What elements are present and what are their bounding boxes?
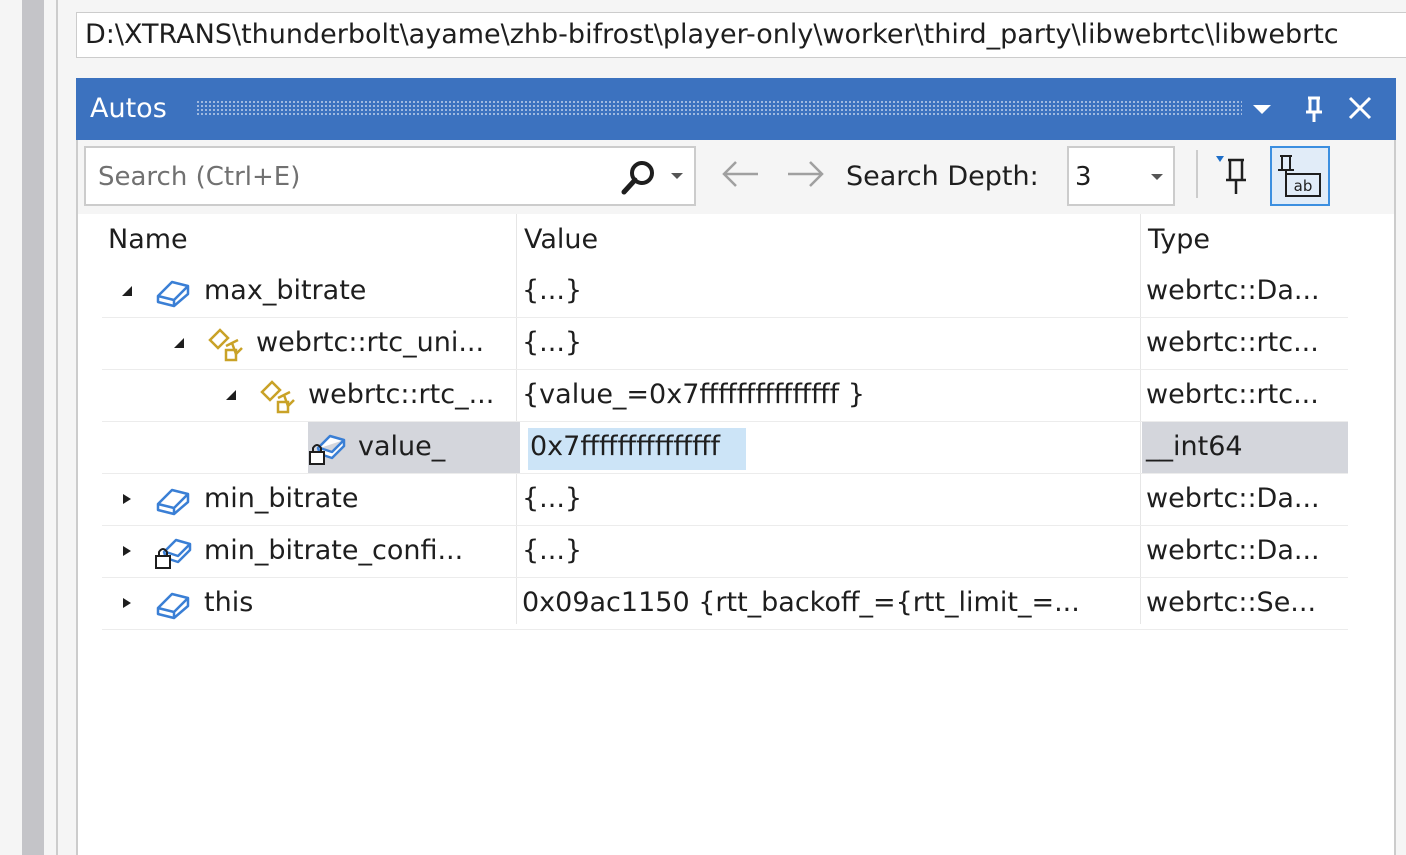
file-path-field[interactable]: D:\XTRANS\thunderbolt\ayame\zhb-bifrost\… [76, 12, 1406, 58]
row-value-editing[interactable]: 0x7fffffffffffffff [530, 422, 720, 472]
row-value: {...} [522, 535, 583, 566]
window-title: Autos [90, 93, 167, 124]
field-member-icon [156, 488, 190, 516]
autos-toolbar: Search (Ctrl+E) Search Depth: 3 ab [78, 140, 1394, 214]
row-name: min_bitrate [204, 483, 359, 514]
row-type: __int64 [1146, 431, 1243, 462]
private-field-icon [309, 434, 346, 465]
hexadecimal-display-button[interactable]: ab [1270, 146, 1330, 206]
base-class-icon [208, 328, 243, 362]
field-member-icon [156, 592, 190, 620]
row-name: min_bitrate_confi... [204, 535, 464, 566]
private-field-icon [155, 538, 192, 569]
editor-divider [56, 0, 58, 855]
autos-grid: Name Value Type max_bitrate {...} webrtc… [78, 214, 1394, 855]
expand-triangle-icon[interactable] [120, 596, 134, 610]
expand-triangle-icon[interactable] [120, 492, 134, 506]
pin-source-icon [1216, 156, 1246, 194]
column-header-value[interactable]: Value [524, 214, 598, 264]
search-depth-select[interactable]: 3 [1067, 146, 1175, 206]
table-row[interactable]: webrtc::rtc_uni... {...} webrtc::rtc... [102, 318, 1348, 370]
drag-grip[interactable] [196, 100, 1242, 116]
row-value: {value_=0x7fffffffffffffff } [522, 379, 865, 410]
pin-icon[interactable] [1296, 90, 1332, 128]
row-type: webrtc::Da... [1146, 535, 1320, 566]
search-depth-value: 3 [1075, 162, 1092, 192]
row-name: webrtc::rtc_uni... [256, 327, 485, 358]
close-icon[interactable] [1342, 90, 1378, 128]
pin-to-source-button[interactable] [1208, 146, 1268, 206]
row-value: {...} [522, 327, 583, 358]
table-row-selected[interactable]: value_ 0x7fffffffffffffff __int64 [102, 422, 1348, 474]
expand-triangle-icon[interactable] [120, 544, 134, 558]
collapse-triangle-icon[interactable] [172, 336, 186, 350]
toolbar-separator [1196, 150, 1198, 198]
autos-titlebar[interactable]: Autos [76, 78, 1396, 140]
table-row[interactable]: min_bitrate {...} webrtc::Da... [102, 474, 1348, 526]
row-name: webrtc::rtc_... [308, 379, 495, 410]
table-row[interactable]: webrtc::rtc_... {value_=0x7fffffffffffff… [102, 370, 1348, 422]
hex-display-icon: ab [1278, 155, 1321, 197]
row-name: max_bitrate [204, 275, 367, 306]
collapse-triangle-icon[interactable] [224, 388, 238, 402]
editor-scrollbar[interactable] [22, 0, 44, 855]
row-value: {...} [522, 275, 583, 306]
row-type: webrtc::Da... [1146, 275, 1320, 306]
table-row[interactable]: max_bitrate {...} webrtc::Da... [102, 266, 1348, 318]
column-header-name[interactable]: Name [108, 214, 188, 264]
row-type: webrtc::Se... [1146, 587, 1317, 618]
chevron-down-icon[interactable] [1149, 170, 1165, 184]
search-options-dropdown-icon[interactable] [669, 168, 685, 184]
search-placeholder: Search (Ctrl+E) [98, 162, 301, 192]
row-name: value_ [358, 431, 446, 462]
row-type: webrtc::rtc... [1146, 379, 1319, 410]
search-back-arrow-icon[interactable] [718, 156, 762, 192]
base-class-icon [260, 380, 295, 414]
table-row[interactable]: min_bitrate_confi... {...} webrtc::Da... [102, 526, 1348, 578]
row-type: webrtc::rtc... [1146, 327, 1319, 358]
search-forward-arrow-icon[interactable] [784, 156, 828, 192]
window-menu-dropdown-icon[interactable] [1244, 90, 1280, 128]
search-input[interactable]: Search (Ctrl+E) [84, 146, 696, 206]
field-member-icon [156, 280, 190, 308]
table-row[interactable]: this 0x09ac1150 {rtt_backoff_={rtt_limit… [102, 578, 1348, 630]
row-value: {...} [522, 483, 583, 514]
search-depth-label: Search Depth: [846, 161, 1039, 192]
svg-text:ab: ab [1294, 177, 1313, 195]
left-gutter [0, 0, 22, 855]
row-name: this [204, 587, 254, 618]
collapse-triangle-icon[interactable] [120, 284, 134, 298]
row-type: webrtc::Da... [1146, 483, 1320, 514]
row-value: 0x09ac1150 {rtt_backoff_={rtt_limit_=... [522, 587, 1080, 618]
search-icon[interactable] [618, 158, 658, 198]
column-header-type[interactable]: Type [1148, 214, 1210, 264]
